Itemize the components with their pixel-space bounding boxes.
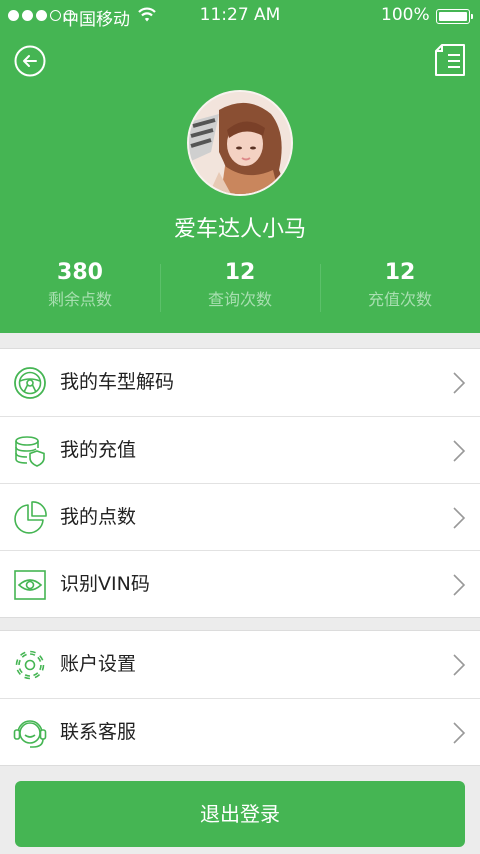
- status-bar: 中国移动 11:27 AM 100%: [0, 0, 480, 32]
- avatar[interactable]: [187, 90, 293, 196]
- stat-value: 380: [57, 260, 103, 285]
- menu-item-customer-service[interactable]: 联系客服: [0, 698, 480, 765]
- avatar-image: [189, 92, 291, 194]
- menu-group-main: 我的车型解码 我的充值 我的点数 识别VIN码: [0, 348, 480, 618]
- logout-button[interactable]: 退出登录: [15, 781, 465, 847]
- stat-label: 充值次数: [367, 290, 432, 309]
- eye-scan-icon: [14, 570, 46, 600]
- chevron-right-icon: [453, 722, 466, 744]
- chevron-right-icon: [453, 507, 466, 529]
- menu-item-my-points[interactable]: 我的点数: [0, 483, 480, 550]
- coin-stack-icon: [15, 436, 45, 467]
- back-button[interactable]: [14, 45, 46, 77]
- pie-chart-icon: [14, 501, 47, 534]
- menu-label: 识别VIN码: [60, 573, 150, 595]
- battery-percent: 100%: [381, 5, 430, 25]
- profile-header: 中国移动 11:27 AM 100% 爱车达人小马 380 剩余点数 12 查询…: [0, 0, 480, 333]
- chevron-right-icon: [453, 440, 466, 462]
- stats-row: 380 剩余点数 12 查询次数 12 充值次数: [0, 258, 480, 318]
- menu-item-vin-scan[interactable]: 识别VIN码: [0, 550, 480, 617]
- headset-icon: [13, 720, 47, 748]
- battery-icon: [436, 9, 473, 24]
- username: 爱车达人小马: [173, 217, 306, 242]
- stat-recharge-count[interactable]: 12 充值次数: [320, 258, 480, 318]
- stat-value: 12: [224, 260, 256, 285]
- chevron-right-icon: [453, 574, 466, 596]
- menu-group-account: 账户设置 联系客服: [0, 630, 480, 766]
- menu-label: 我的车型解码: [60, 371, 175, 393]
- menu-label: 联系客服: [60, 721, 137, 743]
- stat-label: 查询次数: [207, 290, 272, 309]
- chevron-right-icon: [453, 372, 466, 394]
- stat-remaining-points[interactable]: 380 剩余点数: [0, 258, 160, 318]
- menu-item-account-settings[interactable]: 账户设置: [0, 631, 480, 698]
- stat-label: 剩余点数: [47, 290, 112, 309]
- menu-label: 我的充值: [60, 439, 137, 461]
- menu-label: 账户设置: [60, 653, 137, 675]
- steering-wheel-icon: [14, 367, 46, 399]
- menu-item-my-recharge[interactable]: 我的充值: [0, 416, 480, 483]
- stat-value: 12: [384, 260, 416, 285]
- gear-icon: [15, 650, 45, 680]
- chevron-right-icon: [453, 654, 466, 676]
- menu-label: 我的点数: [60, 506, 137, 528]
- document-list-icon[interactable]: [434, 43, 466, 77]
- menu-item-model-decode[interactable]: 我的车型解码: [0, 349, 480, 416]
- stat-query-count[interactable]: 12 查询次数: [160, 258, 320, 318]
